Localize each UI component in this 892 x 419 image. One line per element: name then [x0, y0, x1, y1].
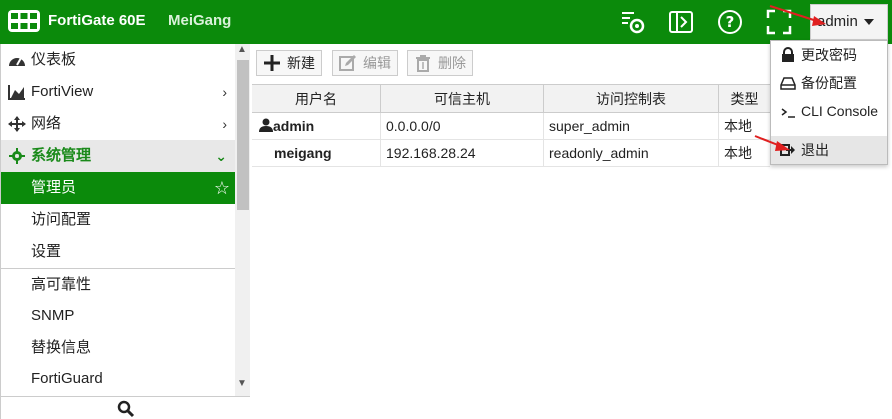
menu-item-label: 更改密码 — [801, 47, 857, 63]
sidebar-item-administrators[interactable]: 管理员 ☆ — [1, 172, 235, 204]
table-header: 用户名 可信主机 访问控制表 类型 — [252, 84, 770, 113]
new-button-label: 新建 — [287, 55, 315, 71]
sidebar-item-ha[interactable]: 高可靠性 — [1, 269, 235, 301]
gear-icon — [9, 148, 25, 164]
terminal-icon — [781, 108, 795, 118]
edit-button-label: 编辑 — [363, 55, 391, 71]
fortinet-logo-icon — [8, 10, 40, 32]
cell-username-text: admin — [273, 118, 315, 134]
sidebar-search-bar[interactable] — [1, 396, 250, 419]
menu-item-label: 备份配置 — [801, 75, 857, 91]
cell-type: 本地 — [724, 145, 752, 161]
logout-icon — [780, 144, 795, 156]
chevron-right-icon: › — [222, 116, 227, 132]
menu-item-change-password[interactable]: 更改密码 — [771, 41, 887, 69]
fullscreen-icon[interactable] — [766, 9, 792, 35]
sidebar-item-label: 系统管理 — [31, 147, 92, 164]
search-icon[interactable] — [117, 400, 135, 418]
lock-icon — [782, 47, 794, 62]
scrollbar-thumb[interactable] — [237, 60, 249, 210]
menu-item-label: 退出 — [801, 142, 829, 158]
chevron-down-icon: ⌄ — [215, 148, 227, 164]
user-icon — [259, 118, 273, 132]
cell-username: meigang — [252, 140, 381, 166]
sidebar-item-label: 访问配置 — [31, 211, 92, 228]
user-dropdown-menu: 更改密码 备份配置 CLI Console 退出 — [770, 40, 888, 165]
help-icon[interactable]: ? — [717, 9, 743, 35]
menu-item-cli-console[interactable]: CLI Console — [771, 97, 887, 125]
table-row[interactable]: admin 0.0.0.0/0 super_admin 本地 — [252, 113, 770, 140]
sidebar-item-replacement-messages[interactable]: 替换信息 — [1, 332, 235, 364]
scroll-down-icon[interactable]: ▼ — [237, 378, 247, 389]
hostname: MeiGang — [168, 12, 232, 29]
chevron-right-icon: › — [222, 84, 227, 100]
cell-username: admin — [252, 113, 381, 139]
column-header-profile[interactable]: 访问控制表 — [544, 85, 719, 113]
cell-trusted-hosts: 192.168.28.24 — [381, 140, 544, 166]
delete-button-label: 删除 — [438, 55, 466, 71]
sidebar-item-label: 管理员 — [31, 179, 77, 196]
sidebar-item-fortiguard[interactable]: FortiGuard — [1, 363, 235, 395]
sidebar-item-label: FortiGuard — [31, 370, 103, 387]
sidebar-item-label: 网络 — [31, 115, 62, 132]
menu-item-logout[interactable]: 退出 — [771, 136, 887, 164]
sidebar-item-dashboard[interactable]: 仪表板 — [1, 44, 235, 76]
edit-icon — [339, 55, 356, 71]
star-icon[interactable]: ☆ — [214, 172, 230, 204]
column-header-type[interactable]: 类型 — [719, 85, 770, 113]
top-header: FortiGate 60E MeiGang ? admin — [0, 0, 892, 44]
transfer-icon[interactable] — [668, 9, 694, 35]
caret-down-icon — [864, 19, 875, 26]
sidebar-item-network[interactable]: 网络 › — [1, 108, 235, 140]
hard-drive-icon — [780, 77, 796, 90]
sidebar-item-system[interactable]: 系统管理 ⌄ — [1, 140, 235, 172]
sidebar-item-snmp[interactable]: SNMP — [1, 300, 235, 332]
trash-icon — [416, 55, 430, 72]
product-name: FortiGate 60E — [48, 12, 146, 29]
cell-trusted-hosts: 0.0.0.0/0 — [381, 113, 544, 139]
svg-text:?: ? — [726, 13, 735, 31]
chart-icon — [8, 85, 25, 100]
cell-profile: super_admin — [544, 113, 719, 139]
column-header-username[interactable]: 用户名 — [252, 85, 381, 113]
user-menu-button[interactable]: admin — [810, 4, 888, 40]
sidebar-item-label: 仪表板 — [31, 51, 77, 68]
sidebar-item-label: 替换信息 — [31, 339, 92, 356]
sidebar-item-label: FortiView — [31, 83, 94, 100]
sidebar-item-settings[interactable]: 设置 — [1, 236, 235, 268]
sidebar-item-label: SNMP — [31, 307, 75, 324]
scroll-up-icon[interactable]: ▲ — [237, 44, 247, 55]
dashboard-icon — [9, 57, 25, 66]
new-button[interactable]: 新建 — [256, 50, 322, 76]
cell-profile: readonly_admin — [544, 140, 719, 166]
menu-item-backup-config[interactable]: 备份配置 — [771, 69, 887, 97]
cli-settings-icon[interactable] — [620, 9, 646, 35]
sidebar-item-fortiview[interactable]: FortiView › — [1, 76, 235, 108]
column-header-trusted-hosts[interactable]: 可信主机 — [381, 85, 544, 113]
delete-button[interactable]: 删除 — [407, 50, 473, 76]
sidebar: 仪表板 FortiView › 网络 › 系统管理 ⌄ 管理员 ☆ 访问配置 设… — [0, 44, 250, 419]
sidebar-item-label: 设置 — [31, 243, 62, 260]
cell-type: 本地 — [724, 118, 752, 134]
plus-icon — [264, 55, 280, 71]
user-name: admin — [817, 13, 858, 30]
network-icon — [8, 116, 26, 132]
table-row[interactable]: meigang 192.168.28.24 readonly_admin 本地 — [252, 140, 770, 167]
menu-item-label: CLI Console — [801, 103, 879, 119]
sidebar-item-label: 高可靠性 — [31, 276, 92, 293]
edit-button[interactable]: 编辑 — [332, 50, 398, 76]
sidebar-item-access-profiles[interactable]: 访问配置 — [1, 204, 235, 236]
